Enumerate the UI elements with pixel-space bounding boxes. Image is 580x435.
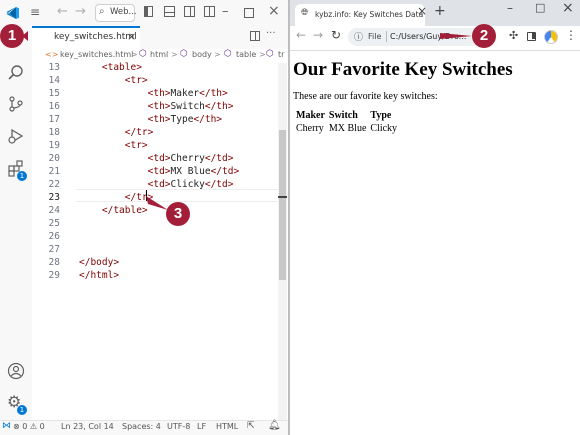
callout-3-pointer [146,196,168,210]
callout-3: 3 [166,202,190,226]
callout-arrows [22,31,472,210]
callout-2-pointer [440,33,472,39]
callout-1: 1 [0,24,24,48]
callout-2: 2 [472,24,496,48]
